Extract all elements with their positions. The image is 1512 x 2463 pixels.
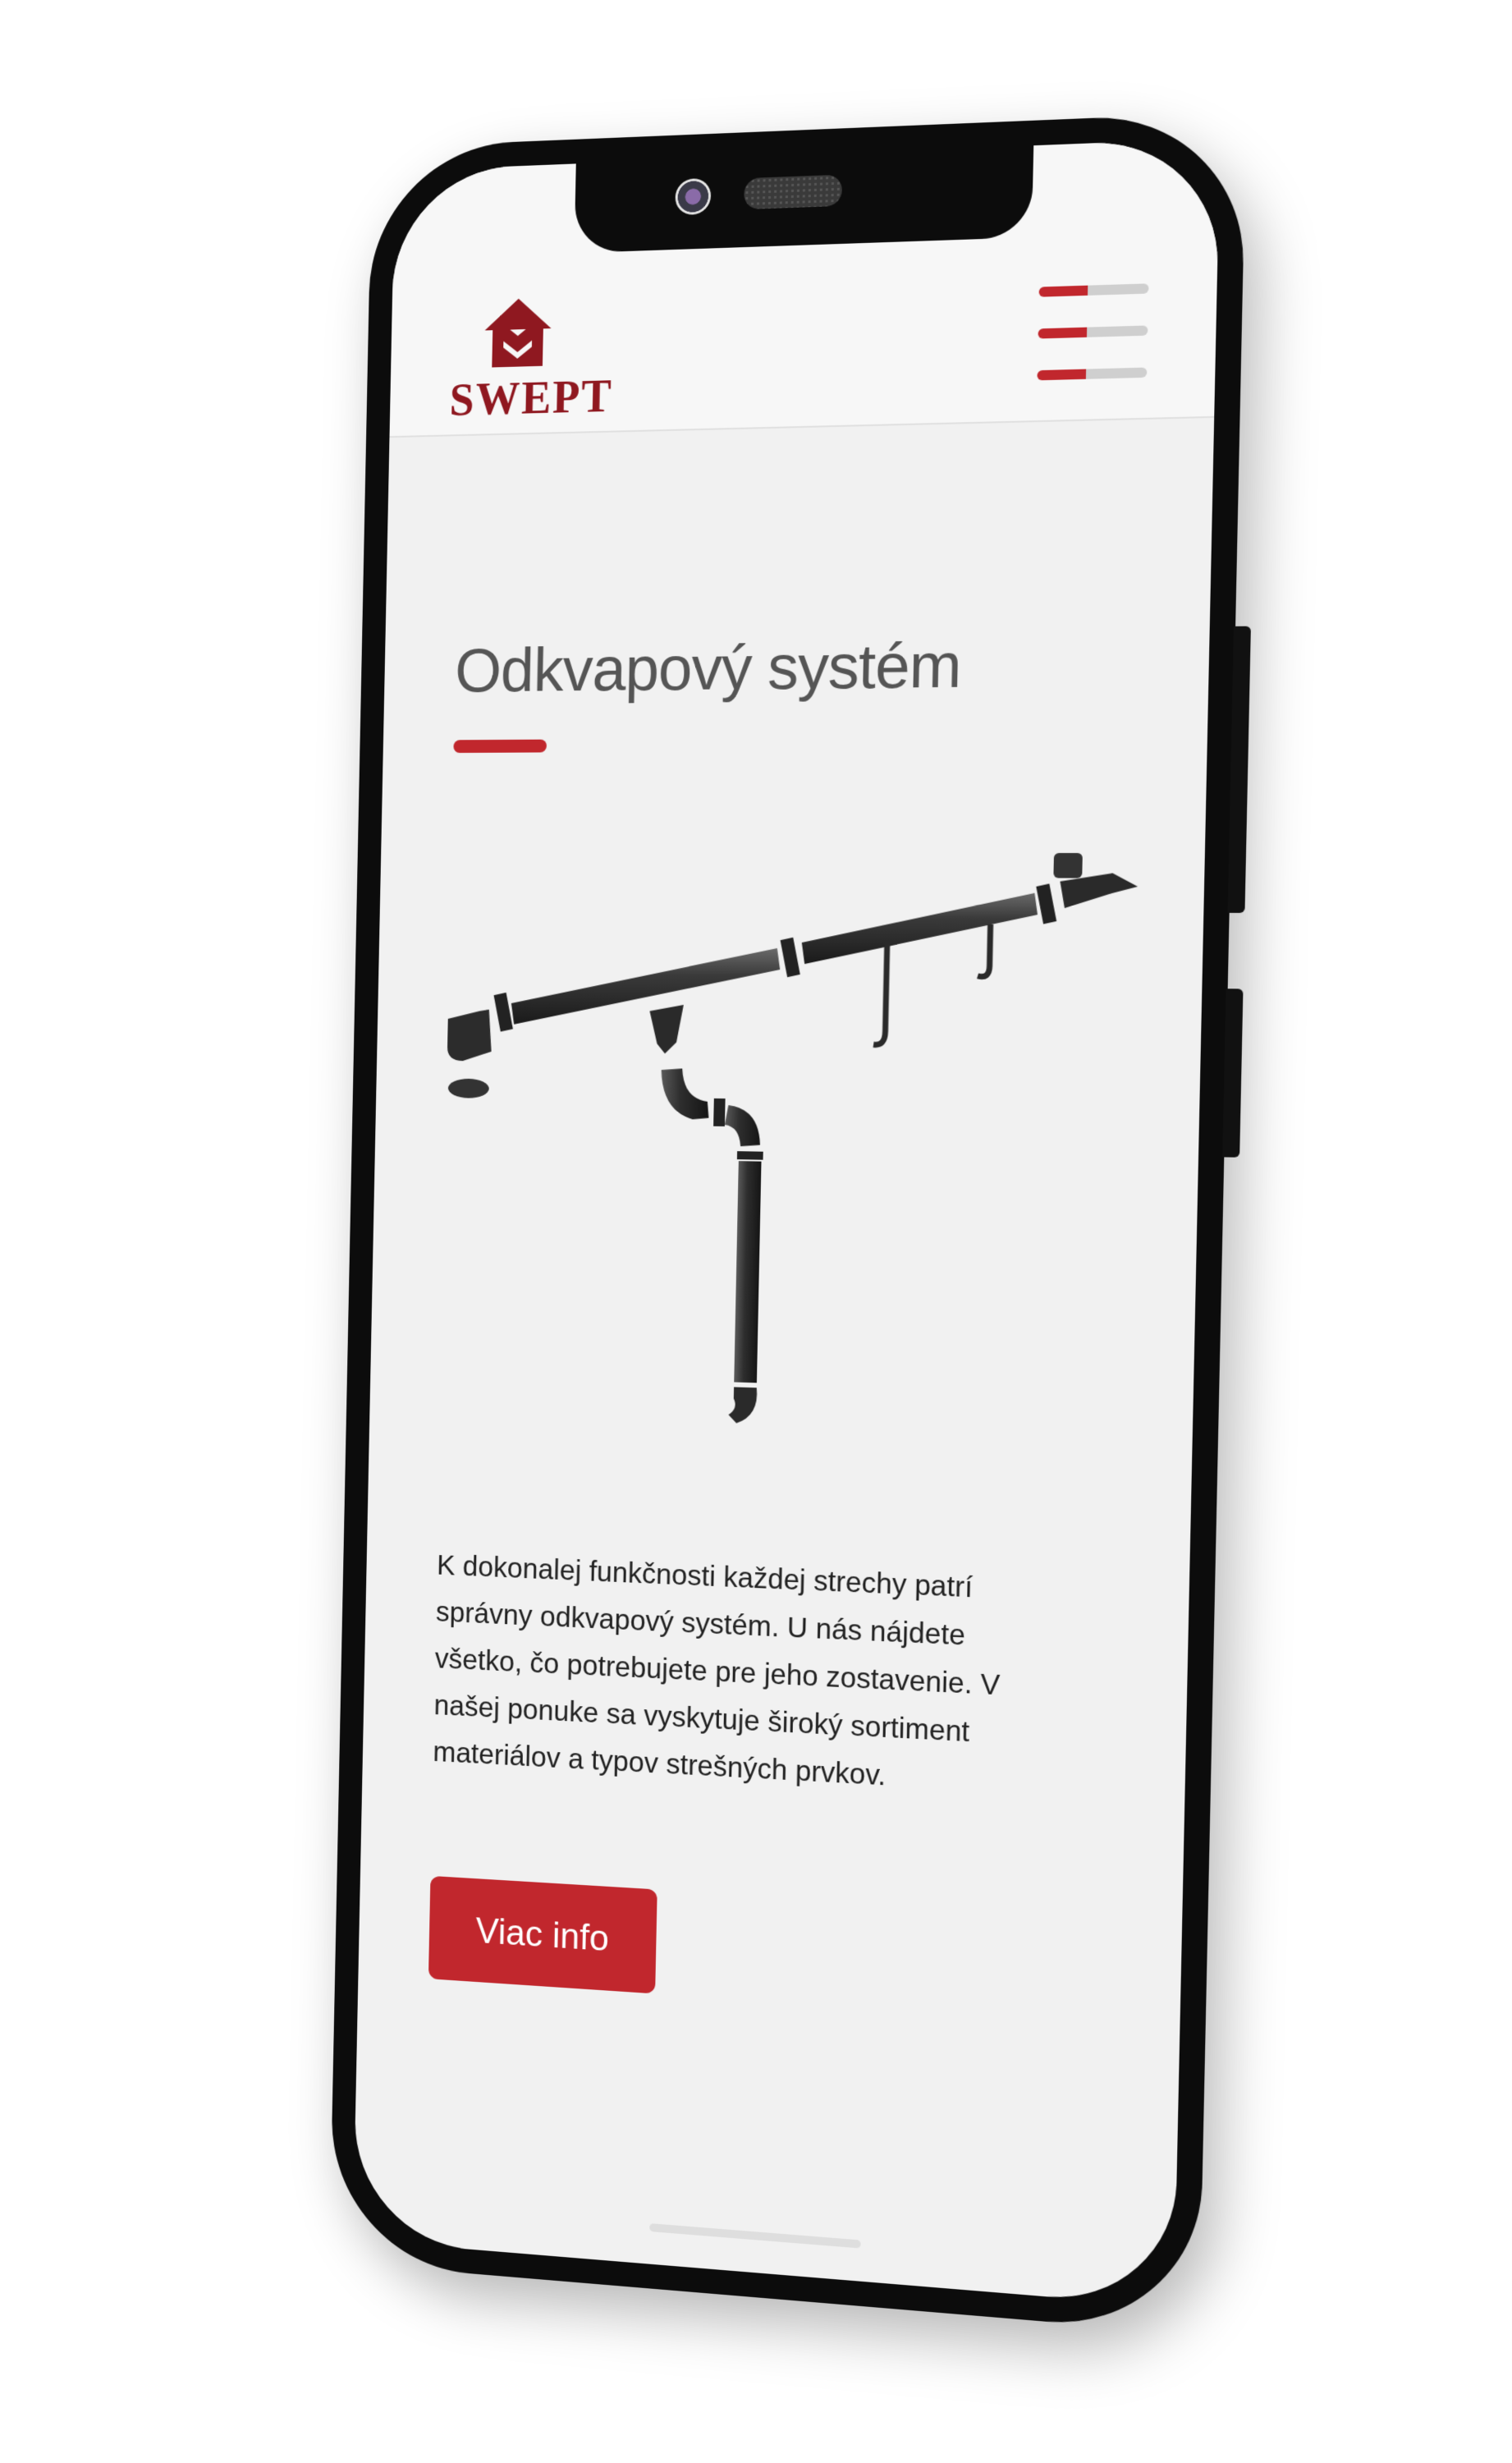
more-info-button[interactable]: Viac info [428, 1875, 657, 1994]
gutter-system-illustration [440, 850, 1145, 1437]
menu-line [1038, 283, 1149, 297]
phone-screen: SWEPT Odkvapový systém K dokonalej funkč… [352, 138, 1221, 2308]
hamburger-menu-icon[interactable] [1037, 283, 1149, 412]
phone-power-button [1222, 988, 1244, 1158]
gutter-system-icon [447, 852, 1139, 1424]
home-indicator [649, 2223, 861, 2249]
logo-text: SWEPT [449, 371, 614, 426]
swept-logo[interactable]: SWEPT [449, 293, 614, 426]
camera-icon [675, 177, 712, 216]
menu-line [1038, 325, 1148, 339]
description-text: K dokonalej funkčnosti každej strechy pa… [433, 1549, 1001, 1792]
house-logo-icon [483, 297, 552, 368]
phone-notch [574, 138, 1034, 254]
page-title: Odkvapový systém [454, 631, 962, 706]
title-underline [453, 739, 548, 754]
menu-line [1037, 367, 1148, 381]
phone-volume-button [1227, 626, 1251, 913]
main-content: Odkvapový systém K dokonalej funkčnosti … [428, 418, 1146, 2025]
speaker-grille-icon [744, 174, 843, 210]
phone-mockup: SWEPT Odkvapový systém K dokonalej funkč… [329, 112, 1251, 2335]
